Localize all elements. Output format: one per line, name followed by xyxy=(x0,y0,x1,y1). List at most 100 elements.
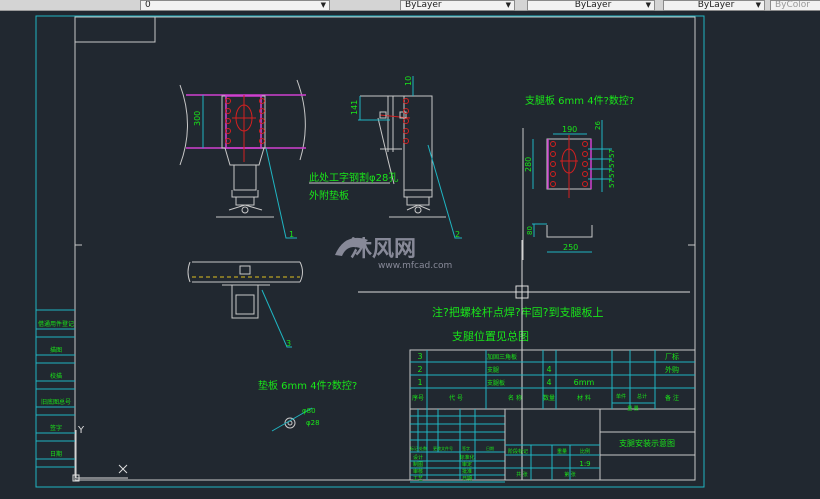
left-column: 借通用件登记描图校描旧底图总号签字日期 xyxy=(36,309,75,468)
dim-280: 280 xyxy=(524,157,533,172)
corner-box xyxy=(74,16,156,43)
lineweight-dropdown[interactable]: ByLayer ▼ xyxy=(527,0,655,11)
dim-26: 26 xyxy=(594,121,602,130)
header-no: 序号 xyxy=(412,394,424,402)
row-number: 1 xyxy=(417,378,422,387)
row-remark: 外购 xyxy=(665,365,679,374)
row-name: 支腿板 xyxy=(487,379,505,387)
title-block: 3 加固三角板 厂标 2 支腿 4 外购 1 支腿板 4 6mm 序号 代 号 名 称 数量 材 料 单件 总计重… xyxy=(409,349,696,483)
left-column-label: 旧底图总号 xyxy=(41,398,71,406)
scale-value: 1:9 xyxy=(579,460,590,468)
sign2-label: 批准 xyxy=(462,468,472,475)
stage-label: 阶段标记 xyxy=(508,448,528,455)
rev-header: 日期 xyxy=(486,445,494,451)
linetype-value: ByLayer xyxy=(405,0,442,10)
note-position: 支腿位置见总图 xyxy=(452,329,529,343)
row-remark: 厂标 xyxy=(665,352,679,361)
dim-phi80: φ80 xyxy=(302,407,316,415)
plotstyle-value: ByLayer xyxy=(697,0,735,10)
callout-1: 1 xyxy=(289,230,294,239)
color-dropdown[interactable]: ByColor xyxy=(770,0,820,11)
bolt-icon xyxy=(550,171,556,177)
color-value: ByColor xyxy=(775,0,810,10)
watermark: 沐风网 www.mfcad.com xyxy=(335,237,452,271)
left-column-label: 描图 xyxy=(50,346,62,354)
shim-title: 垫板 6mm 4件?数控? xyxy=(258,379,357,392)
sign-label: 工艺 xyxy=(413,476,423,482)
dim-141: 141 xyxy=(350,100,359,115)
header-qty: 数量 xyxy=(543,394,555,402)
bolt-icon xyxy=(582,181,588,187)
bolt-icon xyxy=(582,171,588,177)
watermark-url: www.mfcad.com xyxy=(378,261,452,271)
view-plate: 支腿板 6mm 4件?数控? 190 280 26 57575757 80 25… xyxy=(522,94,634,260)
header-material: 材 料 xyxy=(577,394,591,402)
drawing-canvas[interactable]: 借通用件登记描图校描旧底图总号签字日期 300 1 141 10 2 此处工字钢… xyxy=(0,11,820,499)
sign-label: 设计 xyxy=(413,454,423,461)
bolt-icon xyxy=(582,151,588,157)
dim-250: 250 xyxy=(563,243,578,252)
ucs-icon: Y xyxy=(72,425,128,482)
row-number: 3 xyxy=(417,352,422,361)
header-total: 总计 xyxy=(637,393,647,400)
rev-header: 标记 xyxy=(410,445,418,451)
layer-value: 0 xyxy=(145,0,151,10)
rev-header: 更改文件号 xyxy=(433,445,453,451)
view-front-leg: 300 1 xyxy=(179,79,306,239)
bolt-icon xyxy=(582,161,588,167)
view-side-leg: 141 10 2 此处工字钢割φ28孔 外附垫板 xyxy=(309,76,462,239)
sign-label: 审核 xyxy=(413,468,423,475)
scale-label: 比例 xyxy=(580,448,590,455)
bolt-icon xyxy=(550,141,556,147)
view-section: 3 垫板 6mm 4件?数控? φ80 φ28 xyxy=(187,261,357,432)
callout-3: 3 xyxy=(286,339,291,348)
sign2-label: 审定 xyxy=(462,461,472,468)
header-weight: 重 量 xyxy=(627,405,639,412)
linetype-dropdown[interactable]: ByLayer ▼ xyxy=(400,0,515,11)
left-column-label: 日期 xyxy=(50,450,62,458)
drawing-title: 支腿安装示意图 xyxy=(619,438,675,448)
watermark-brand: 沐风网 xyxy=(350,237,416,262)
bolt-icon xyxy=(550,151,556,157)
bolt-icon xyxy=(550,161,556,167)
header-code: 代 号 xyxy=(449,394,463,402)
dim-10: 10 xyxy=(404,76,413,86)
dim-phi28: φ28 xyxy=(306,419,320,427)
sign2-label: 标准化 xyxy=(459,454,474,461)
dim-300: 300 xyxy=(193,111,202,126)
callout-2: 2 xyxy=(455,230,460,239)
header-name: 名 称 xyxy=(508,394,522,402)
row-name: 加固三角板 xyxy=(487,353,517,361)
row-qty: 4 xyxy=(546,378,551,387)
ucs-y-label: Y xyxy=(77,425,85,436)
bolt-icon xyxy=(582,141,588,147)
sheets-total: 共 张 xyxy=(516,471,528,478)
dim-57: 57 xyxy=(608,159,616,168)
row-name: 支腿 xyxy=(487,366,499,374)
dim-80: 80 xyxy=(526,226,534,235)
plotstyle-dropdown[interactable]: ByLayer ▼ xyxy=(663,0,765,11)
row-number: 2 xyxy=(417,365,422,374)
lineweight-value: ByLayer xyxy=(574,0,612,10)
sign2-label: 日期 xyxy=(462,476,472,482)
header-unit: 单件 xyxy=(616,393,626,400)
dim-57: 57 xyxy=(608,149,616,158)
plate-title: 支腿板 6mm 4件?数控? xyxy=(525,94,634,107)
sheet-number: 第 张 xyxy=(564,471,576,478)
dim-57: 57 xyxy=(608,169,616,178)
note-weld: 注?把螺栓杆点焊?牢固?到支腿板上 xyxy=(432,305,604,319)
note-hole: 此处工字钢割φ28孔 xyxy=(309,171,398,184)
row-material: 6mm xyxy=(574,378,595,387)
dim-190: 190 xyxy=(562,125,577,134)
left-column-label: 校描 xyxy=(50,372,62,380)
sign-label: 制图 xyxy=(413,461,423,468)
left-column-label: 借通用件登记 xyxy=(38,320,74,328)
left-column-label: 签字 xyxy=(50,424,62,432)
weight-label: 重量 xyxy=(557,448,567,455)
header-remark: 备 注 xyxy=(665,394,679,402)
layer-dropdown[interactable]: 0 ▼ xyxy=(140,0,330,11)
note-pad: 外附垫板 xyxy=(309,189,349,202)
properties-toolbar: 0 ▼ ByLayer ▼ ByLayer ▼ ByLayer ▼ ByColor xyxy=(0,0,820,11)
rev-header: 签字 xyxy=(462,445,470,451)
dim-57: 57 xyxy=(608,179,616,188)
